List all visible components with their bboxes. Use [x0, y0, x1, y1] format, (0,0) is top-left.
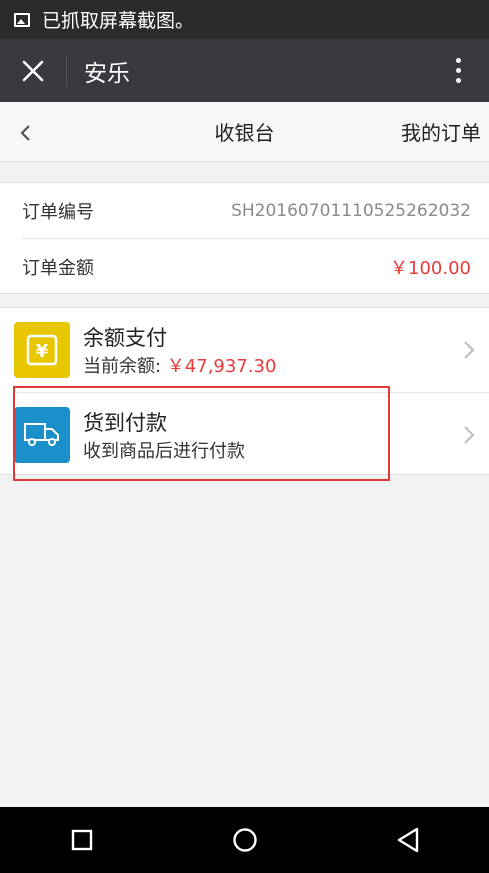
more-options-button[interactable] — [427, 39, 489, 102]
payment-subtitle: 当前余额: ￥47,937.30 — [83, 352, 276, 378]
image-icon — [14, 12, 30, 27]
order-number-value: SH2016070111052526203­2 — [231, 200, 471, 221]
order-info-card: 订单编号 SH2016070111052526203­2 订单金额 ￥100.0… — [0, 182, 489, 294]
chevron-right-icon — [464, 341, 475, 359]
highlight-box — [13, 386, 390, 481]
payment-option-balance[interactable]: ¥ 余额支付 当前余额: ￥47,937.30 — [0, 308, 489, 392]
more-vert-icon — [455, 58, 461, 63]
app-title: 安乐 — [84, 60, 130, 87]
order-amount-row: 订单金额 ￥100.00 — [0, 239, 489, 294]
main-content: 收银台 我的订单 订单编号 SH2016070111052526203­2 订单… — [0, 102, 489, 807]
app-bar: 安乐 — [0, 39, 489, 102]
chevron-right-icon — [464, 426, 475, 444]
home-button[interactable] — [215, 815, 275, 865]
order-amount-label: 订单金额 — [22, 257, 94, 279]
order-number-row: 订单编号 SH2016070111052526203­2 — [0, 183, 489, 238]
close-icon — [22, 60, 44, 81]
app-bar-divider — [66, 55, 67, 86]
yen-icon: ¥ — [14, 322, 70, 378]
more-dot — [455, 78, 461, 83]
status-text: 已抓取屏幕截图。 — [42, 10, 195, 32]
svg-text:¥: ¥ — [36, 341, 49, 362]
square-icon — [71, 829, 92, 851]
system-nav-bar — [0, 807, 489, 873]
page-header: 收银台 我的订单 — [0, 102, 489, 162]
balance-value: ￥47,937.30 — [166, 356, 277, 377]
order-amount-value: ￥100.00 — [390, 257, 471, 279]
my-orders-link[interactable]: 我的订单 — [401, 117, 481, 146]
order-number-label: 订单编号 — [22, 201, 94, 223]
balance-label: 当前余额: — [83, 356, 167, 377]
more-dot — [455, 68, 461, 73]
status-bar: 已抓取屏幕截图。 — [0, 0, 489, 39]
nav-back-button[interactable] — [378, 815, 438, 865]
triangle-back-icon — [397, 827, 418, 853]
recents-button[interactable] — [52, 815, 112, 865]
circle-icon — [232, 828, 257, 852]
close-button[interactable] — [0, 39, 66, 102]
payment-title: 余额支付 — [83, 326, 167, 350]
